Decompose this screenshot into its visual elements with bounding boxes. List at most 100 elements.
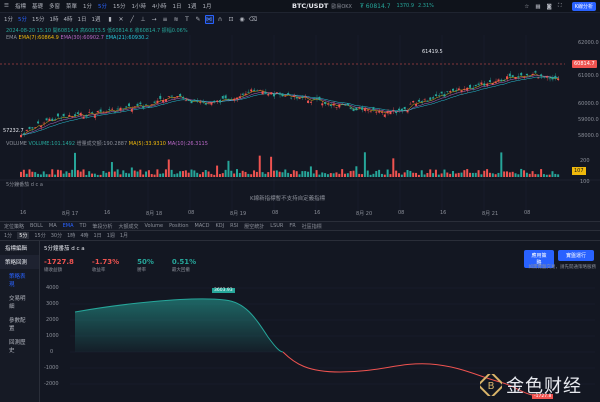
measure-icon[interactable]: ⊥ [139, 15, 148, 24]
star-icon[interactable]: ☆ [524, 4, 529, 10]
text-tool-icon[interactable]: T [183, 15, 192, 24]
volume-bar [341, 169, 344, 177]
tf-15m[interactable]: 15分 [32, 15, 45, 23]
grid-icon[interactable]: ▦ [535, 4, 540, 10]
candle-body [528, 75, 531, 77]
volume-bar [454, 173, 457, 177]
volume-bar [196, 172, 199, 177]
time-axis: 16 8月 17 16 8月 18 08 8月 19 08 16 8月 20 08 16 8月 21 0… [0, 210, 565, 218]
fib-icon[interactable]: ≋ [172, 15, 181, 24]
topbar-item-15m[interactable]: 15分 [113, 2, 126, 10]
period-tab-4[interactable]: 1時 [67, 232, 75, 239]
period-tab-0[interactable]: 1分 [4, 232, 12, 239]
topbar-item-1d[interactable]: 1日 [173, 2, 182, 10]
candle-body [378, 111, 381, 113]
indicator-tab-4[interactable]: TD [80, 223, 87, 229]
eye-icon[interactable]: ◉ [238, 15, 247, 24]
sidebar-item-history[interactable]: 回測歷史 [0, 335, 39, 357]
candlesticks [20, 70, 560, 138]
tf-4h[interactable]: 4時 [64, 15, 73, 23]
topbar-item-1mo[interactable]: 1月 [203, 2, 212, 10]
camera-icon[interactable]: ◙ [547, 4, 552, 10]
sidebar-group-backtest[interactable]: 策略回測 [0, 255, 39, 269]
indicator-tab-13[interactable]: LSUR [270, 223, 283, 229]
tf-1w[interactable]: 1週 [92, 15, 101, 23]
sidebar-item-params[interactable]: 參數配置 [0, 313, 39, 335]
candle-body [545, 76, 548, 78]
topbar-item-basic[interactable]: 基礎 [32, 2, 43, 10]
price-chart[interactable] [0, 25, 600, 221]
candle-body [471, 87, 474, 89]
period-tab-8[interactable]: 1月 [120, 232, 128, 239]
indicator-tab-8[interactable]: Position [169, 223, 188, 229]
indicator-tab-5[interactable]: 筆段分析 [92, 223, 112, 230]
indicator-tab-3[interactable]: EMA [63, 223, 74, 229]
kline-analysis-button[interactable]: K線分析 [571, 2, 596, 11]
topbar-item-5m[interactable]: 5分 [98, 2, 107, 10]
indicator-tab-0[interactable]: 定位策略 [4, 223, 24, 230]
period-tab-7[interactable]: 1週 [107, 232, 115, 239]
candle-type-icon[interactable]: ▮ [106, 15, 115, 24]
pattern-tool-icon[interactable]: ⋈ [204, 14, 214, 24]
period-tab-2[interactable]: 15分 [34, 232, 45, 239]
topbar-item-multi[interactable]: 多窗 [49, 2, 60, 10]
indicator-tab-11[interactable]: RSI [230, 223, 238, 229]
volume-bar [523, 170, 526, 177]
volume-bar [204, 170, 207, 177]
brush-icon[interactable]: ✎ [194, 15, 203, 24]
cross-icon[interactable]: ✕ [117, 15, 126, 24]
indicator-tab-15[interactable]: 社區指標 [302, 223, 322, 230]
topbar-menu-icon[interactable]: ☰ [4, 3, 9, 9]
period-tab-5[interactable]: 4時 [80, 232, 88, 239]
tf-1m[interactable]: 1分 [4, 15, 13, 23]
ema-lines [21, 73, 559, 136]
sidebar-item-trades[interactable]: 交易明細 [0, 291, 39, 313]
topbar-item-1h[interactable]: 1小時 [132, 2, 147, 10]
candle-body [204, 103, 207, 105]
channel-icon[interactable]: ≡ [161, 15, 170, 24]
indicator-tab-2[interactable]: MA [49, 223, 57, 229]
indicator-tab-6[interactable]: 大額成交 [118, 223, 138, 230]
indicator-tab-12[interactable]: 壓空統計 [244, 223, 264, 230]
candle-body [284, 95, 287, 97]
line-tool-icon[interactable]: ╱ [128, 15, 137, 24]
period-tab-1[interactable]: 5分 [17, 232, 30, 239]
volume-bar [449, 173, 452, 177]
volume-bar [534, 174, 537, 177]
indicator-tab-7[interactable]: Volume [144, 223, 163, 229]
topbar-item-1m[interactable]: 1分 [83, 2, 92, 10]
volume-bar [457, 172, 460, 177]
live-run-button[interactable]: 實盤運行 [558, 250, 594, 261]
tf-1d[interactable]: 1日 [78, 15, 87, 23]
topbar-item-1w[interactable]: 1週 [188, 2, 197, 10]
topbar-item-menu[interactable]: 菜單 [66, 2, 77, 10]
sidebar-item-performance[interactable]: 策略表現 [0, 269, 39, 291]
volume-bar [213, 174, 216, 177]
period-tab-3[interactable]: 30分 [51, 232, 62, 239]
tf-5m[interactable]: 5分 [18, 15, 27, 23]
volume-bar [514, 173, 517, 177]
volume-bar [474, 172, 477, 177]
magnet-icon[interactable]: ∩ [216, 15, 225, 24]
fullscreen-icon[interactable]: ⛶ [558, 3, 562, 10]
volume-bar [497, 172, 500, 177]
topbar-item-4h[interactable]: 4小時 [152, 2, 167, 10]
indicator-tab-1[interactable]: BOLL [30, 223, 43, 229]
lock-icon[interactable]: ⊡ [227, 15, 236, 24]
indicator-tab-14[interactable]: FR [289, 223, 295, 229]
indicator-tab-9[interactable]: MACD [195, 223, 210, 229]
candle-body [253, 89, 256, 91]
pair-symbol[interactable]: BTC/USDT [292, 2, 328, 10]
trash-icon[interactable]: ⌫ [249, 15, 258, 24]
equity-tick-3000: 3000 [46, 301, 59, 307]
tf-1h[interactable]: 1時 [50, 15, 59, 23]
indicator-tab-10[interactable]: KDJ [216, 223, 225, 229]
sidebar-header[interactable]: 指標編輯 [0, 241, 39, 255]
ray-icon[interactable]: → [150, 15, 159, 24]
candle-body [326, 104, 329, 105]
volume-ma5: MA(5):33.9310 [128, 141, 166, 147]
topbar-item-indicators[interactable]: 指標 [15, 2, 26, 10]
volume-bar [216, 165, 219, 177]
period-tab-6[interactable]: 1日 [94, 232, 102, 239]
candle-body [417, 99, 420, 102]
